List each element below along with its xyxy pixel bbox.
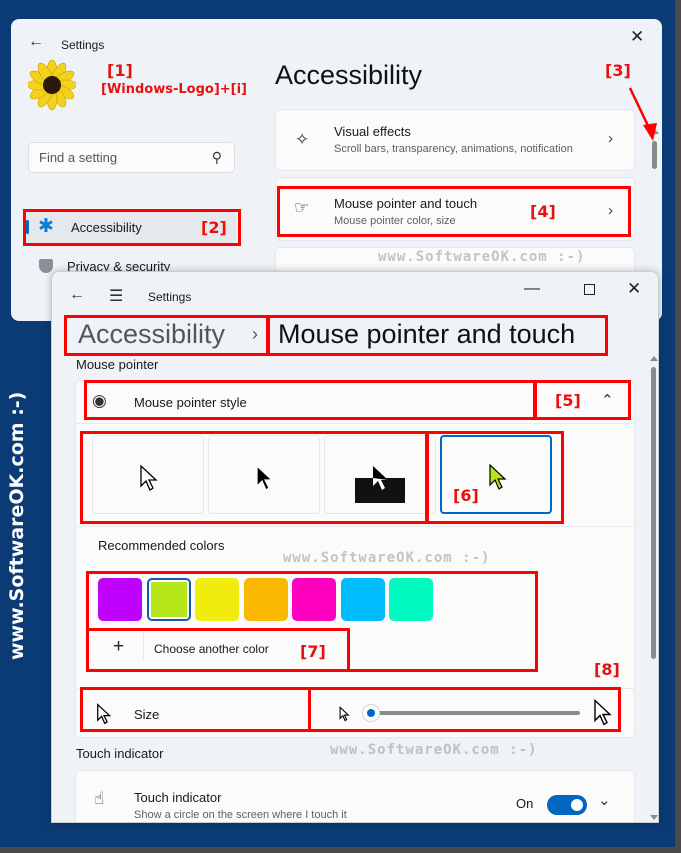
breadcrumb-parent[interactable]: Accessibility xyxy=(78,319,225,350)
chevron-right-icon: › xyxy=(608,130,613,147)
maximize-icon[interactable] xyxy=(584,284,595,295)
pointer-style-inverted[interactable] xyxy=(324,435,436,514)
window-title: Settings xyxy=(148,290,192,304)
expander-title: Mouse pointer style xyxy=(134,395,247,410)
pointer-touch-icon: ☞ xyxy=(294,198,310,217)
annotation-6: [6] xyxy=(453,486,479,505)
expander-header[interactable]: ◉ Mouse pointer style ⌃ xyxy=(76,381,634,423)
search-input[interactable]: Find a setting ⚲ xyxy=(28,142,235,173)
chevron-up-icon[interactable]: ⌃ xyxy=(601,391,614,409)
divider xyxy=(76,526,634,527)
custom-color-cursor-icon xyxy=(489,463,507,490)
inverted-cursor-icon xyxy=(373,466,388,490)
search-placeholder: Find a setting xyxy=(39,150,118,165)
color-swatch[interactable] xyxy=(98,578,142,621)
size-label: Size xyxy=(134,707,160,722)
pointer-size-icon xyxy=(97,703,112,725)
card-subtitle: Scroll bars, transparency, animations, n… xyxy=(334,143,573,155)
sunflower-avatar xyxy=(28,59,76,111)
accessibility-icon: ✱ xyxy=(38,216,54,237)
choose-another-color-label: Choose another color xyxy=(154,642,269,656)
minimize-icon[interactable]: — xyxy=(524,280,540,298)
sparkle-icon: ✧ xyxy=(295,130,310,149)
color-swatch[interactable] xyxy=(292,578,336,621)
card-title: Visual effects xyxy=(334,124,411,139)
pointer-style-black[interactable] xyxy=(208,435,320,514)
sidebar-item-label: Accessibility xyxy=(71,220,142,235)
touch-indicator-title: Touch indicator xyxy=(134,790,222,805)
mouse-pointer-style-expander: ◉ Mouse pointer style ⌃ Recommended colo… xyxy=(75,380,635,736)
card-subtitle: Mouse pointer color, size xyxy=(334,215,456,227)
annotation-8: [8] xyxy=(594,660,620,679)
touch-indicator-subtitle: Show a circle on the screen where I touc… xyxy=(134,809,347,821)
breadcrumb-separator: › xyxy=(252,324,258,344)
divider xyxy=(76,423,634,424)
divider xyxy=(143,633,144,661)
search-icon[interactable]: ⚲ xyxy=(212,149,222,166)
annotation-5: [5] xyxy=(555,391,581,410)
color-swatch[interactable] xyxy=(389,578,433,621)
color-swatch[interactable] xyxy=(146,578,191,621)
annotation-1-hint: [Windows-Logo]+[i] xyxy=(101,82,247,97)
back-arrow-icon[interactable]: ← xyxy=(69,286,85,304)
close-icon[interactable]: ✕ xyxy=(630,27,644,47)
scrollbar-thumb[interactable] xyxy=(651,367,656,659)
window-edge xyxy=(0,847,681,853)
card-title: Mouse pointer and touch xyxy=(334,196,478,211)
vertical-watermark: www.SoftwareOK.com :-) xyxy=(6,391,28,660)
hamburger-menu-icon[interactable]: ☰ xyxy=(109,286,123,306)
white-cursor-icon xyxy=(140,464,158,491)
small-cursor-icon xyxy=(339,706,350,722)
color-swatch[interactable] xyxy=(243,578,288,621)
annotation-arrow xyxy=(628,87,657,141)
page-title: Accessibility xyxy=(275,60,423,90)
pointer-style-white[interactable] xyxy=(92,435,204,514)
section-heading-touch-indicator: Touch indicator xyxy=(76,746,164,761)
toggle-state-label: On xyxy=(516,796,534,811)
annotation-7: [7] xyxy=(300,642,326,661)
annotation-3: [3] xyxy=(605,61,631,80)
color-swatch[interactable] xyxy=(340,578,385,621)
scroll-down-arrow[interactable] xyxy=(650,815,658,820)
size-slider-thumb[interactable] xyxy=(362,704,380,722)
back-arrow-icon[interactable]: ← xyxy=(28,33,44,51)
section-heading-mouse-pointer: Mouse pointer xyxy=(76,357,159,372)
scroll-up-arrow[interactable] xyxy=(650,356,658,361)
recommended-colors-label: Recommended colors xyxy=(98,538,225,553)
card-visual-effects[interactable]: ✧ Visual effects Scroll bars, transparen… xyxy=(275,109,635,171)
breadcrumb-current: Mouse pointer and touch xyxy=(278,319,576,349)
size-slider-track[interactable] xyxy=(370,711,580,715)
annotation-2: [2] xyxy=(201,218,227,237)
touch-hand-icon: ☝ xyxy=(94,789,105,808)
shield-icon xyxy=(39,259,53,273)
selection-indicator xyxy=(26,220,29,234)
annotation-4: [4] xyxy=(530,202,556,221)
window-title: Settings xyxy=(61,38,105,52)
large-cursor-icon xyxy=(594,698,612,726)
scrollbar-thumb[interactable] xyxy=(652,141,657,169)
palette-icon: ◉ xyxy=(92,391,107,410)
touch-indicator-toggle[interactable] xyxy=(547,795,587,815)
annotation-1: [1] xyxy=(107,61,133,80)
color-swatch[interactable] xyxy=(195,578,239,621)
close-icon[interactable]: ✕ xyxy=(627,279,641,299)
window-edge xyxy=(675,0,681,853)
black-cursor-icon xyxy=(256,464,274,491)
card-mouse-pointer[interactable]: ☞ Mouse pointer and touch Mouse pointer … xyxy=(275,177,635,241)
plus-icon: + xyxy=(113,636,125,657)
chevron-right-icon: › xyxy=(608,202,613,219)
foreground-settings-window: ← ☰ Settings — ✕ Accessibility › Mouse p… xyxy=(51,271,659,823)
chevron-down-icon[interactable]: ⌄ xyxy=(598,791,611,809)
